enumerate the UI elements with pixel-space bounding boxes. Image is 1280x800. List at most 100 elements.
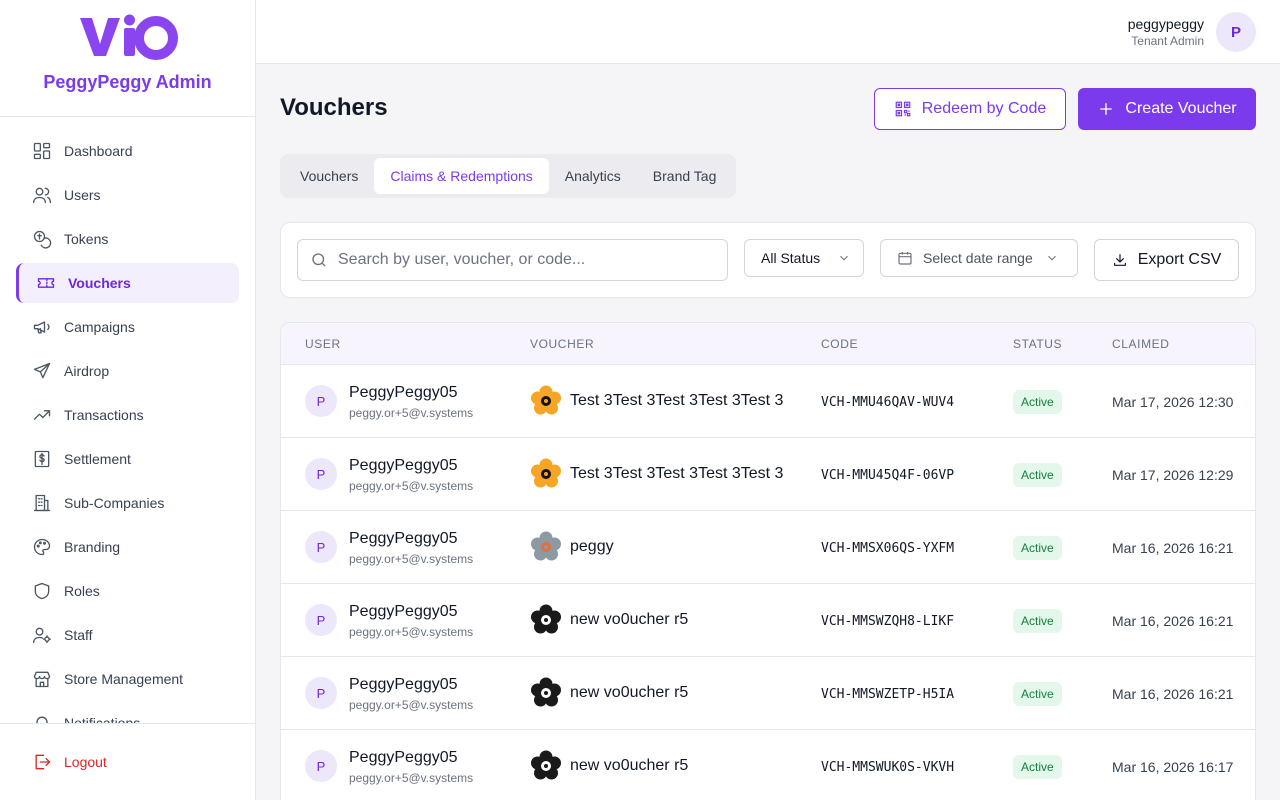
sidebar-item-dashboard[interactable]: Dashboard	[16, 131, 239, 171]
building-icon	[33, 494, 51, 512]
store-icon	[33, 671, 51, 688]
create-voucher-button[interactable]: Create Voucher	[1078, 88, 1256, 130]
sidebar-item-label: Users	[64, 187, 101, 203]
sidebar-footer: Logout	[0, 723, 255, 800]
sidebar-item-label: Staff	[64, 627, 93, 643]
user-avatar: P	[305, 677, 337, 709]
dashboard-icon	[33, 142, 51, 160]
user-email: peggy.or+5@v.systems	[349, 479, 474, 493]
status-filter-select[interactable]: All Status	[744, 239, 864, 277]
search-input[interactable]	[338, 251, 718, 269]
megaphone-icon	[33, 321, 50, 334]
sidebar-item-roles[interactable]: Roles	[16, 571, 239, 611]
ticket-icon	[37, 278, 55, 288]
column-header-code[interactable]: CODE	[821, 337, 858, 351]
download-icon	[1113, 254, 1126, 266]
sidebar-item-branding[interactable]: Branding	[16, 527, 239, 567]
sidebar-item-label: Notifications	[64, 715, 141, 723]
logout-button[interactable]: Logout	[32, 752, 107, 772]
voucher-image-icon	[531, 458, 561, 488]
sidebar-item-vouchers[interactable]: Vouchers	[16, 263, 239, 303]
status-badge: Active	[1013, 390, 1062, 414]
tab-brand-tag[interactable]: Brand Tag	[637, 158, 733, 194]
column-header-voucher[interactable]: VOUCHER	[530, 337, 594, 351]
chevron-down-icon	[840, 255, 848, 261]
status-badge: Active	[1013, 536, 1062, 560]
export-label: Export CSV	[1137, 251, 1222, 268]
palette-icon	[33, 538, 51, 556]
sidebar-item-label: Campaigns	[64, 319, 135, 335]
voucher-image-icon	[531, 750, 561, 780]
claimed-date: Mar 16, 2026 16:17	[1112, 759, 1234, 775]
sidebar-item-label: Airdrop	[64, 363, 110, 379]
date-range-picker[interactable]: Select date range	[880, 239, 1078, 277]
calendar-icon	[898, 252, 912, 265]
qr-code-icon	[895, 101, 911, 117]
table-header: USER VOUCHER CODE STATUS CLAIMED	[281, 323, 1255, 364]
user-menu[interactable]: peggypeggy Tenant Admin P	[1128, 12, 1256, 52]
claimed-date: Mar 16, 2026 16:21	[1112, 613, 1234, 629]
avatar[interactable]: P	[1216, 12, 1256, 52]
user-email: peggy.or+5@v.systems	[349, 771, 474, 785]
logout-label: Logout	[64, 754, 107, 770]
voucher-code: VCH-MMSWUK0S-VKVH	[821, 760, 955, 775]
redeem-label: Redeem by Code	[921, 100, 1047, 117]
sidebar-nav: Dashboard Users Tokens Vouchers Campaign…	[16, 131, 239, 723]
sidebar-item-label: Sub-Companies	[64, 495, 165, 511]
claims-table: USER VOUCHER CODE STATUS CLAIMED P PeggyP…	[280, 322, 1256, 800]
tab-claims-redemptions[interactable]: Claims & Redemptions	[374, 158, 549, 194]
claimed-date: Mar 16, 2026 16:21	[1112, 540, 1234, 556]
column-header-user[interactable]: USER	[305, 337, 341, 351]
trending-up-icon	[33, 410, 51, 420]
sidebar-item-tokens[interactable]: Tokens	[16, 219, 239, 259]
sidebar-item-transactions[interactable]: Transactions	[16, 395, 239, 435]
plus-icon	[1100, 103, 1113, 115]
sidebar-item-label: Store Management	[64, 671, 184, 687]
create-label: Create Voucher	[1125, 100, 1237, 117]
voucher-image-icon	[531, 385, 561, 415]
user-avatar: P	[305, 531, 337, 563]
brand-header: PeggyPeggy Admin	[0, 0, 255, 117]
voucher-name: peggy	[570, 538, 614, 555]
sidebar-item-airdrop[interactable]: Airdrop	[16, 351, 239, 391]
sidebar-item-users[interactable]: Users	[16, 175, 239, 215]
tab-vouchers[interactable]: Vouchers	[284, 158, 374, 194]
table-row[interactable]: P PeggyPeggy05 peggy.or+5@v.systems new vo0…	[281, 729, 1255, 800]
sidebar-item-store-management[interactable]: Store Management	[16, 659, 239, 699]
sidebar-item-label: Branding	[64, 539, 121, 555]
date-range-placeholder: Select date range	[923, 250, 1033, 266]
column-header-status[interactable]: STATUS	[1013, 337, 1062, 351]
table-row[interactable]: P PeggyPeggy05 peggy.or+5@v.systems new vo0…	[281, 583, 1255, 656]
redeem-by-code-button[interactable]: Redeem by Code	[874, 88, 1066, 130]
voucher-code: VCH-MMSWZQH8-LIKF	[821, 614, 955, 629]
search-icon	[312, 253, 326, 267]
status-badge: Active	[1013, 682, 1062, 706]
table-body: P PeggyPeggy05 peggy.or+5@v.systems Test 3T…	[281, 364, 1255, 800]
export-csv-button[interactable]: Export CSV	[1094, 239, 1239, 281]
voucher-name: new vo0ucher r5	[570, 757, 689, 774]
sidebar-item-staff[interactable]: Staff	[16, 615, 239, 655]
table-row[interactable]: P PeggyPeggy05 peggy.or+5@v.systems peggy VC…	[281, 510, 1255, 583]
sidebar-item-notifications[interactable]: Notifications	[16, 703, 239, 723]
table-row[interactable]: P PeggyPeggy05 peggy.or+5@v.systems Test 3T…	[281, 364, 1255, 437]
sidebar-item-label: Roles	[64, 583, 100, 599]
table-row[interactable]: P PeggyPeggy05 peggy.or+5@v.systems new vo0…	[281, 656, 1255, 729]
table-row[interactable]: P PeggyPeggy05 peggy.or+5@v.systems Test 3T…	[281, 437, 1255, 510]
sidebar-item-settlement[interactable]: Settlement	[16, 439, 239, 479]
claimed-date: Mar 17, 2026 12:30	[1112, 394, 1234, 410]
search-box	[297, 239, 728, 281]
user-avatar: P	[305, 604, 337, 636]
sidebar-item-campaigns[interactable]: Campaigns	[16, 307, 239, 347]
user-name: peggypeggy	[1127, 16, 1204, 32]
voucher-name: new vo0ucher r5	[570, 611, 689, 628]
column-header-claimed[interactable]: CLAIMED	[1112, 337, 1170, 351]
user-info: peggypeggy Tenant Admin	[1128, 16, 1204, 48]
sidebar-item-sub-companies[interactable]: Sub-Companies	[16, 483, 239, 523]
voucher-name: Test 3Test 3Test 3Test 3Test 3	[570, 392, 784, 409]
voucher-code: VCH-MMU46QAV-WUV4	[821, 395, 955, 410]
tokens-icon	[33, 230, 52, 249]
tab-analytics[interactable]: Analytics	[549, 158, 637, 194]
user-name: PeggyPeggy05	[349, 749, 458, 766]
vio-logo	[79, 14, 178, 60]
user-role: Tenant Admin	[1131, 34, 1204, 48]
